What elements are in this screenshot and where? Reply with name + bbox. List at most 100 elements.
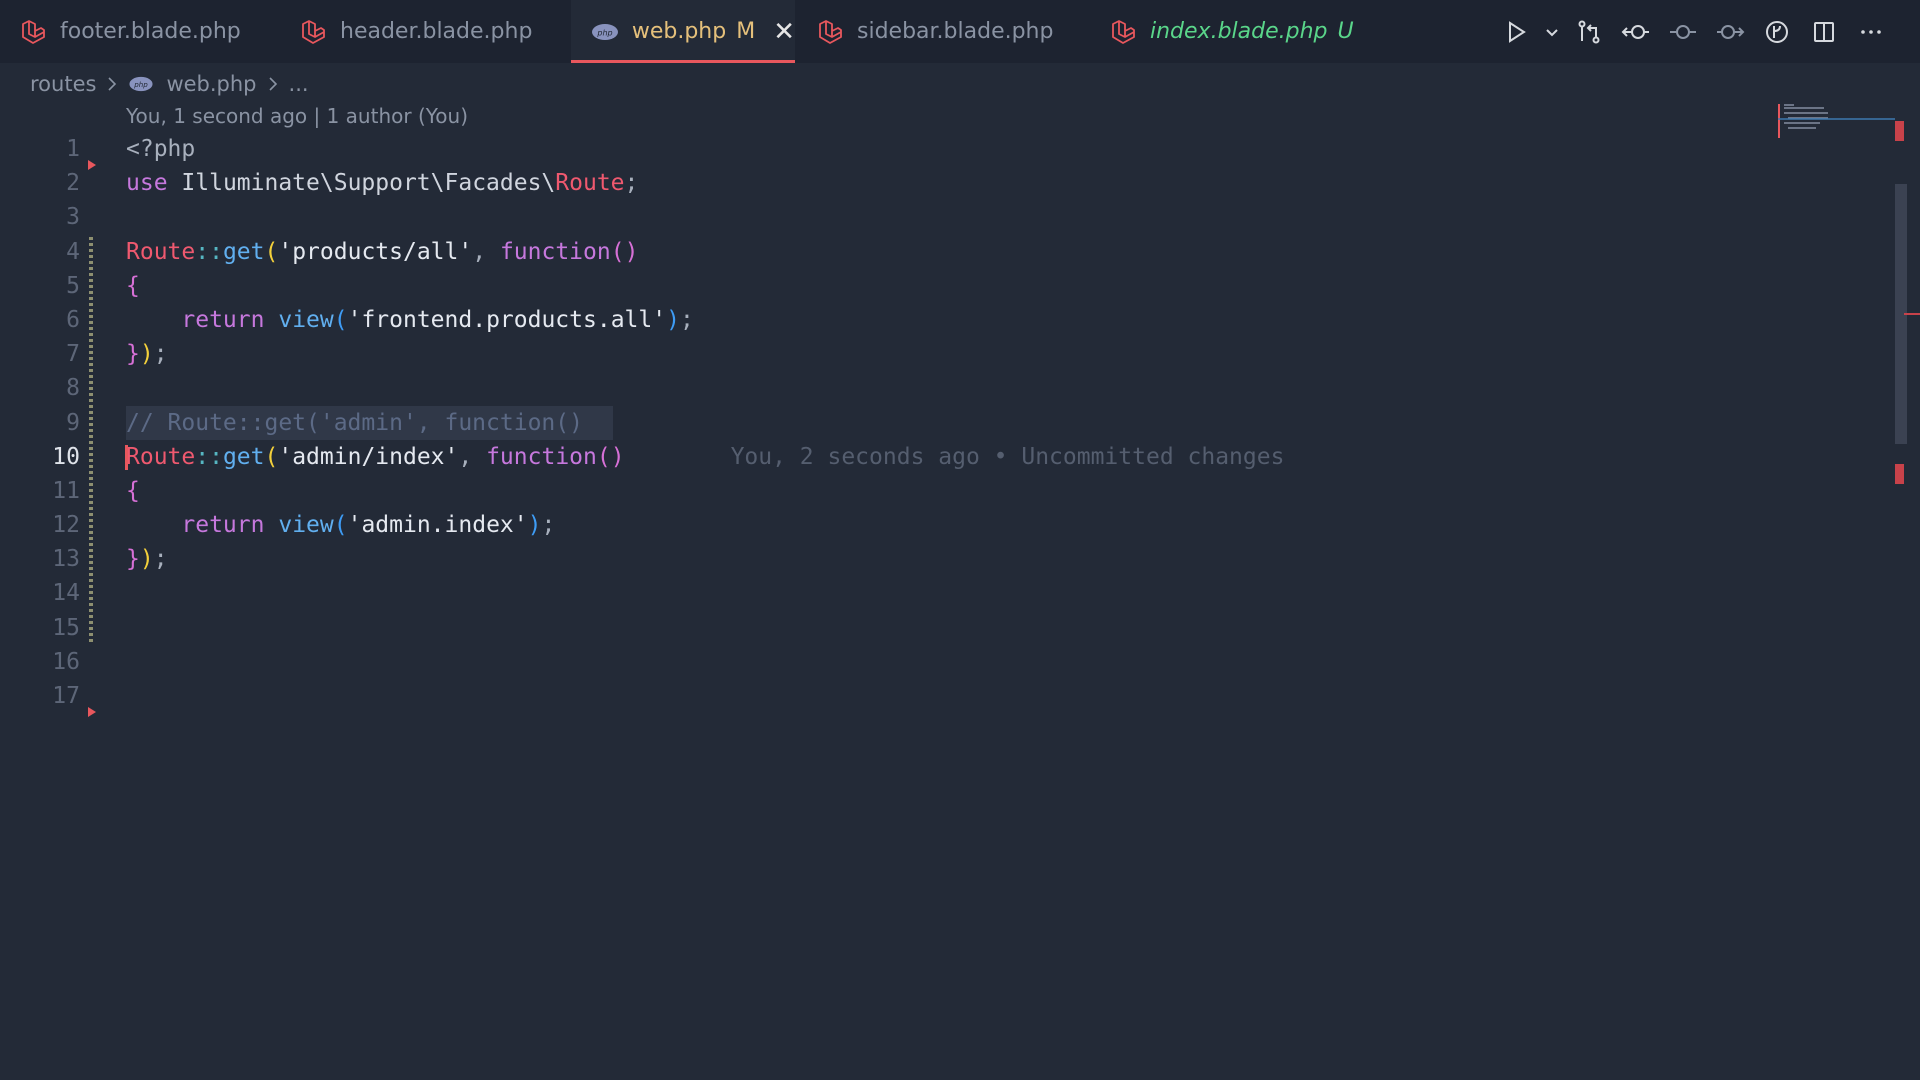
tab-label: footer.blade.php — [60, 19, 241, 44]
tab-sidebar-blade[interactable]: sidebar.blade.php — [797, 0, 1087, 63]
git-modified-bar[interactable] — [89, 237, 93, 642]
more-actions-icon[interactable] — [1847, 12, 1894, 52]
class-name: Route — [126, 238, 196, 265]
line-number: 17 — [52, 683, 80, 709]
namespace: Illuminate\Support\Facades\ — [181, 170, 556, 197]
keyword: use — [126, 170, 168, 197]
close-tab-icon[interactable]: ✕ — [773, 19, 795, 45]
laravel-blade-file-icon — [1108, 17, 1138, 47]
brace: { — [126, 477, 140, 504]
method-name: get — [222, 443, 265, 470]
svg-text:php: php — [134, 80, 149, 89]
tab-web-php[interactable]: php web.php M ✕ — [571, 0, 795, 63]
line-number: 8 — [66, 375, 80, 402]
function-name: view — [278, 306, 334, 333]
code-line-6: return view('frontend.products.all'); — [181, 306, 694, 333]
minimap-line — [1788, 127, 1816, 129]
comment: // Route::get('admin', function() — [126, 405, 613, 440]
brace: { — [126, 272, 140, 299]
chevron-right-icon — [106, 76, 118, 92]
svg-text:php: php — [597, 28, 613, 37]
minimap[interactable] — [1778, 102, 1898, 142]
minimap-line — [1784, 104, 1794, 106]
line-number: 3 — [66, 204, 80, 231]
keyword: return — [181, 512, 265, 539]
go-back-icon[interactable] — [1612, 12, 1659, 52]
git-deleted-marker[interactable] — [88, 707, 96, 717]
inline-blame-annotation[interactable]: You, 2 seconds ago • Uncommitted changes — [731, 444, 1285, 470]
operator: :: — [195, 443, 223, 470]
line-number: 2 — [66, 170, 80, 197]
line-number: 16 — [52, 648, 80, 675]
breadcrumb-file[interactable]: web.php — [166, 72, 256, 96]
line-number: 1 — [66, 136, 80, 162]
code-line-13: }); — [126, 546, 168, 573]
editor-actions — [1420, 0, 1920, 63]
tab-header-blade[interactable]: header.blade.php — [280, 0, 570, 63]
editor-tab-bar: footer.blade.php header.blade.php php we… — [0, 0, 1920, 63]
string-literal: 'admin/index' — [278, 443, 459, 470]
string-literal: 'frontend.products.all' — [347, 306, 667, 333]
codelens-blame-header[interactable]: You, 1 second ago | 1 author (You) — [126, 104, 468, 128]
tab-index-blade[interactable]: index.blade.php U — [1090, 0, 1382, 63]
punctuation: ; — [624, 170, 639, 197]
chevron-right-icon — [267, 76, 279, 92]
modified-badge: M — [736, 19, 756, 44]
operator: :: — [195, 238, 223, 265]
tab-footer-blade[interactable]: footer.blade.php — [0, 0, 280, 63]
line-number: 4 — [66, 238, 80, 265]
php-file-icon: php — [128, 76, 154, 92]
tab-label: index.blade.php — [1150, 19, 1328, 44]
source-control-compare-icon[interactable] — [1565, 12, 1612, 52]
laravel-blade-file-icon — [815, 17, 845, 47]
minimap-line — [1784, 107, 1824, 109]
line-number: 14 — [52, 580, 80, 607]
line-number-gutter: 1 2 3 4 5 6 7 8 9 10 11 12 13 14 15 16 1… — [0, 132, 120, 713]
keyword: function — [486, 443, 597, 470]
line-number: 9 — [66, 409, 80, 436]
function-name: view — [278, 512, 334, 539]
line-number-current: 10 — [52, 443, 80, 470]
gitlens-icon[interactable] — [1753, 12, 1800, 52]
class-name: Route — [126, 443, 196, 470]
split-editor-icon[interactable] — [1800, 12, 1847, 52]
text-cursor — [125, 444, 128, 470]
scrollbar-change-marker — [1895, 464, 1904, 484]
line-number: 7 — [66, 341, 80, 368]
php-file-icon: php — [591, 17, 620, 47]
code-line-4: Route::get('products/all', function() — [126, 238, 639, 265]
code-line-1: <?php — [126, 132, 1284, 166]
run-icon[interactable] — [1492, 12, 1539, 52]
keyword: return — [181, 306, 265, 333]
timeline-icon[interactable] — [1659, 12, 1706, 52]
tab-label: web.php — [631, 19, 727, 44]
line-number: 5 — [66, 272, 80, 299]
overview-ruler-cursor — [1904, 313, 1920, 315]
code-line-7: }); — [126, 341, 168, 368]
minimap-change-marker — [1778, 104, 1780, 138]
minimap-current-line — [1778, 118, 1896, 120]
run-dropdown-icon[interactable] — [1539, 12, 1565, 52]
keyword: function — [499, 238, 611, 265]
laravel-blade-file-icon — [298, 17, 328, 47]
tab-label: header.blade.php — [340, 19, 533, 44]
breadcrumb: routes php web.php ... — [30, 68, 309, 100]
line-number: 13 — [52, 546, 80, 573]
line-number: 12 — [52, 512, 80, 539]
line-number: 6 — [66, 306, 80, 333]
php-open-tag: <?php — [126, 136, 196, 162]
code-editor[interactable]: <?php use Illuminate\Support\Facades\ Rou… — [125, 132, 1285, 713]
git-deleted-marker[interactable] — [88, 160, 96, 170]
breadcrumb-folder[interactable]: routes — [30, 72, 96, 96]
tab-label: sidebar.blade.php — [857, 19, 1054, 44]
go-forward-icon[interactable] — [1706, 12, 1753, 52]
code-line-12: return view('admin.index'); — [181, 512, 556, 539]
breadcrumb-symbol[interactable]: ... — [289, 72, 309, 96]
laravel-blade-file-icon — [18, 17, 48, 47]
untracked-badge: U — [1337, 19, 1354, 44]
